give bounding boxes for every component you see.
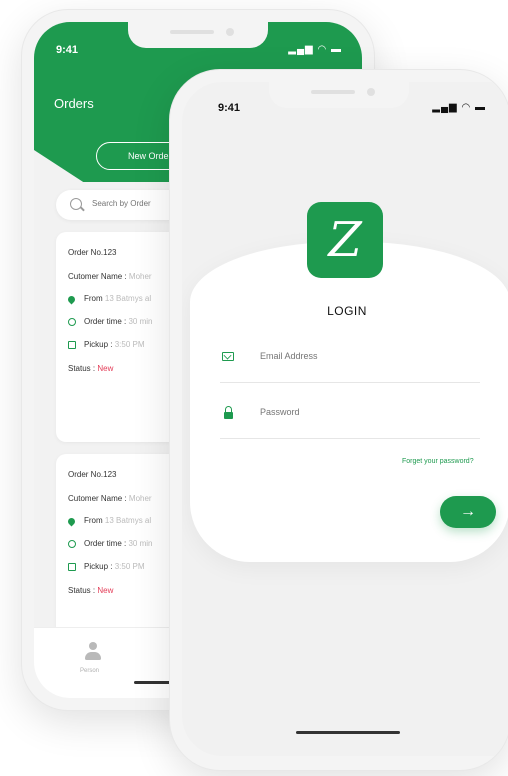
clock-icon xyxy=(68,540,76,548)
from-label: From xyxy=(84,516,103,525)
status-time: 9:41 xyxy=(56,44,79,56)
order-number: Order No.123 xyxy=(68,248,117,257)
nav-label-person[interactable]: Person xyxy=(80,668,99,674)
order-time-value: 30 min xyxy=(128,539,153,548)
pickup-value: 3:50 PM xyxy=(114,562,145,571)
from-value: 13 Batmys al xyxy=(104,516,152,525)
order-time-row: Order time : 30 min xyxy=(84,539,152,548)
status-time: 9:41 xyxy=(218,102,241,114)
status-label: Status : xyxy=(68,364,96,373)
status-row: Status : New xyxy=(68,364,113,373)
pickup-value: 3:50 PM xyxy=(114,340,145,349)
clock-icon xyxy=(68,318,76,326)
phone-notch xyxy=(128,22,268,48)
pickup-label: Pickup : xyxy=(84,340,113,349)
customer-value: Moher xyxy=(128,272,152,281)
customer-value: Moher xyxy=(128,494,152,503)
password-field[interactable] xyxy=(220,398,480,439)
arrow-right-icon: → xyxy=(460,503,476,520)
forgot-password-link[interactable]: Forget your password? xyxy=(402,458,474,465)
from-row: From 13 Batmys al xyxy=(84,516,151,525)
status-icons: ▂▄▆ ◠ ▬ xyxy=(432,102,486,113)
customer-row: Cutomer Name : Moher xyxy=(68,494,152,503)
password-input[interactable] xyxy=(258,406,462,418)
pickup-row: Pickup : 3:50 PM xyxy=(84,562,145,571)
status-badge: New xyxy=(97,364,114,373)
login-phone: 9:41 ▂▄▆ ◠ ▬ Z LOGIN Forget your passwor… xyxy=(170,70,508,770)
customer-label: Cutomer Name : xyxy=(68,494,127,503)
lock-icon xyxy=(224,406,233,419)
email-field[interactable] xyxy=(220,342,480,383)
status-badge: New xyxy=(97,586,114,595)
home-indicator xyxy=(296,731,400,734)
from-label: From xyxy=(84,294,103,303)
location-pin-icon xyxy=(66,516,77,527)
logo-glyph: Z xyxy=(328,212,362,268)
status-label: Status : xyxy=(68,586,96,595)
pickup-label: Pickup : xyxy=(84,562,113,571)
customer-label: Cutomer Name : xyxy=(68,272,127,281)
email-input[interactable] xyxy=(258,350,462,362)
order-time-label: Order time : xyxy=(84,539,127,548)
order-number: Order No.123 xyxy=(68,470,117,479)
mail-icon xyxy=(222,352,234,361)
pickup-row: Pickup : 3:50 PM xyxy=(84,340,145,349)
status-icons: ▂▄▆ ◠ ▬ xyxy=(288,44,342,55)
person-icon[interactable] xyxy=(84,642,102,662)
login-title: LOGIN xyxy=(327,304,367,318)
order-time-value: 30 min xyxy=(128,317,153,326)
search-icon xyxy=(70,198,82,210)
page-title: Orders xyxy=(54,96,94,111)
calendar-icon xyxy=(68,563,76,571)
phone-notch xyxy=(269,82,410,108)
order-time-label: Order time : xyxy=(84,317,127,326)
brand-logo: Z xyxy=(307,202,383,278)
order-time-row: Order time : 30 min xyxy=(84,317,152,326)
from-value: 13 Batmys al xyxy=(104,294,152,303)
login-screen: 9:41 ▂▄▆ ◠ ▬ Z LOGIN Forget your passwor… xyxy=(182,82,508,756)
login-submit-button[interactable]: → xyxy=(440,496,496,528)
calendar-icon xyxy=(68,341,76,349)
customer-row: Cutomer Name : Moher xyxy=(68,272,152,281)
status-row: Status : New xyxy=(68,586,113,595)
location-pin-icon xyxy=(66,294,77,305)
from-row: From 13 Batmys al xyxy=(84,294,151,303)
